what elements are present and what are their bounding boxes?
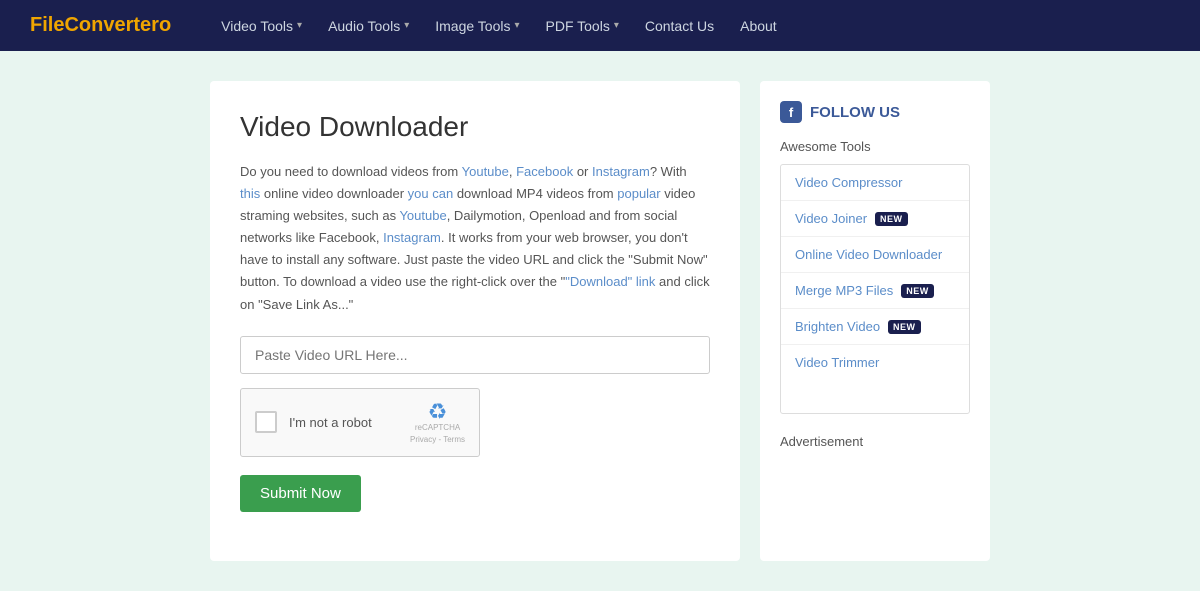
download-link[interactable]: "Download" link [565, 274, 655, 289]
advertisement-label: Advertisement [780, 434, 970, 449]
nav-link-video-tools[interactable]: Video Tools▾ [211, 12, 312, 40]
new-badge: NEW [888, 320, 921, 334]
list-item[interactable]: Merge MP3 Files NEW [781, 273, 969, 309]
nav-link-pdf-tools[interactable]: PDF Tools▾ [536, 12, 629, 40]
nav-menu: Video Tools▾Audio Tools▾Image Tools▾PDF … [211, 12, 787, 40]
new-badge: NEW [901, 284, 934, 298]
tool-link[interactable]: Video Trimmer [795, 355, 879, 370]
sidebar: f FOLLOW US Awesome Tools Video Compress… [760, 81, 990, 561]
instagram2-link[interactable]: Instagram [383, 230, 441, 245]
awesome-tools-title: Awesome Tools [780, 139, 970, 154]
recaptcha-widget: I'm not a robot ♻ reCAPTCHA Privacy - Te… [240, 388, 480, 457]
page-description: Do you need to download videos from Yout… [240, 161, 710, 316]
follow-us-label: FOLLOW US [810, 104, 900, 121]
url-input[interactable] [240, 336, 710, 374]
you-can-link[interactable]: you can [408, 186, 454, 201]
tool-link[interactable]: Video Compressor [795, 175, 902, 190]
new-badge: NEW [875, 212, 908, 226]
nav-link-audio-tools[interactable]: Audio Tools▾ [318, 12, 419, 40]
nav-link-about[interactable]: About [730, 12, 787, 40]
tools-list: Video Compressor Video Joiner NEW Online Vi… [780, 164, 970, 414]
list-item[interactable]: Online Video Downloader [781, 237, 969, 273]
navbar: FileConvertero Video Tools▾Audio Tools▾I… [0, 0, 1200, 51]
this-link[interactable]: this [240, 186, 260, 201]
recaptcha-brand: reCAPTCHA [415, 423, 460, 433]
list-item[interactable]: Video Trimmer [781, 345, 969, 380]
recaptcha-checkbox[interactable] [255, 411, 277, 433]
facebook-icon: f [780, 101, 802, 123]
dropdown-arrow-icon: ▾ [514, 20, 519, 31]
main-content: Video Downloader Do you need to download… [210, 81, 740, 561]
recaptcha-privacy: Privacy - Terms [410, 435, 465, 444]
page-wrapper: Video Downloader Do you need to download… [0, 51, 1200, 591]
recaptcha-logo: ♻ reCAPTCHA Privacy - Terms [410, 401, 465, 444]
dropdown-arrow-icon: ▾ [614, 20, 619, 31]
nav-link-contact-us[interactable]: Contact Us [635, 12, 724, 40]
list-item[interactable]: Brighten Video NEW [781, 309, 969, 345]
list-item[interactable]: Video Compressor [781, 165, 969, 201]
tool-link[interactable]: Merge MP3 Files [795, 283, 893, 298]
instagram-link[interactable]: Instagram [592, 164, 650, 179]
site-brand[interactable]: FileConvertero [30, 14, 171, 37]
follow-us-section: f FOLLOW US [780, 101, 970, 123]
dropdown-arrow-icon: ▾ [404, 20, 409, 31]
brand-name-text: FileConverter [30, 14, 159, 36]
recaptcha-icon: ♻ [428, 401, 448, 423]
tool-link[interactable]: Brighten Video [795, 319, 880, 334]
page-title: Video Downloader [240, 111, 710, 143]
tool-link[interactable]: Video Joiner [795, 211, 867, 226]
tool-link[interactable]: Online Video Downloader [795, 247, 942, 262]
youtube2-link[interactable]: Youtube [399, 208, 446, 223]
popular-link[interactable]: popular [617, 186, 660, 201]
facebook-link[interactable]: Facebook [516, 164, 573, 179]
dropdown-arrow-icon: ▾ [297, 20, 302, 31]
brand-highlight: o [159, 14, 171, 36]
list-item[interactable]: Video Joiner NEW [781, 201, 969, 237]
youtube-link[interactable]: Youtube [462, 164, 509, 179]
submit-button[interactable]: Submit Now [240, 475, 361, 512]
recaptcha-label: I'm not a robot [289, 415, 400, 430]
nav-link-image-tools[interactable]: Image Tools▾ [425, 12, 529, 40]
